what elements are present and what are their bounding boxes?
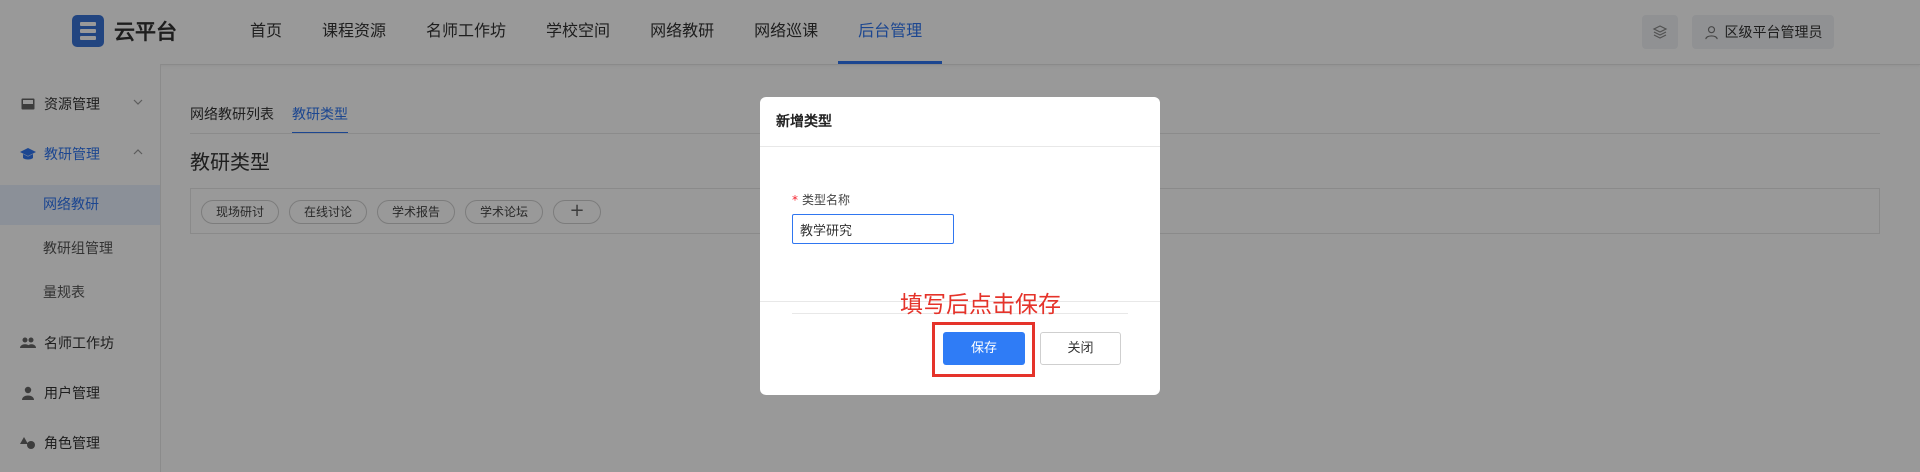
dialog-header-divider xyxy=(760,146,1160,147)
required-mark: * xyxy=(792,193,798,207)
save-button[interactable]: 保存 xyxy=(943,332,1025,365)
type-name-label-text: 类型名称 xyxy=(802,193,851,207)
type-name-label: * 类型名称 xyxy=(792,191,850,208)
add-type-dialog: 新增类型 * 类型名称 保存 关闭 xyxy=(760,97,1160,395)
instruction-annotation: 填写后点击保存 xyxy=(900,292,1061,318)
dialog-title: 新增类型 xyxy=(776,114,832,130)
type-name-input[interactable] xyxy=(792,214,954,244)
close-button[interactable]: 关闭 xyxy=(1040,332,1121,365)
